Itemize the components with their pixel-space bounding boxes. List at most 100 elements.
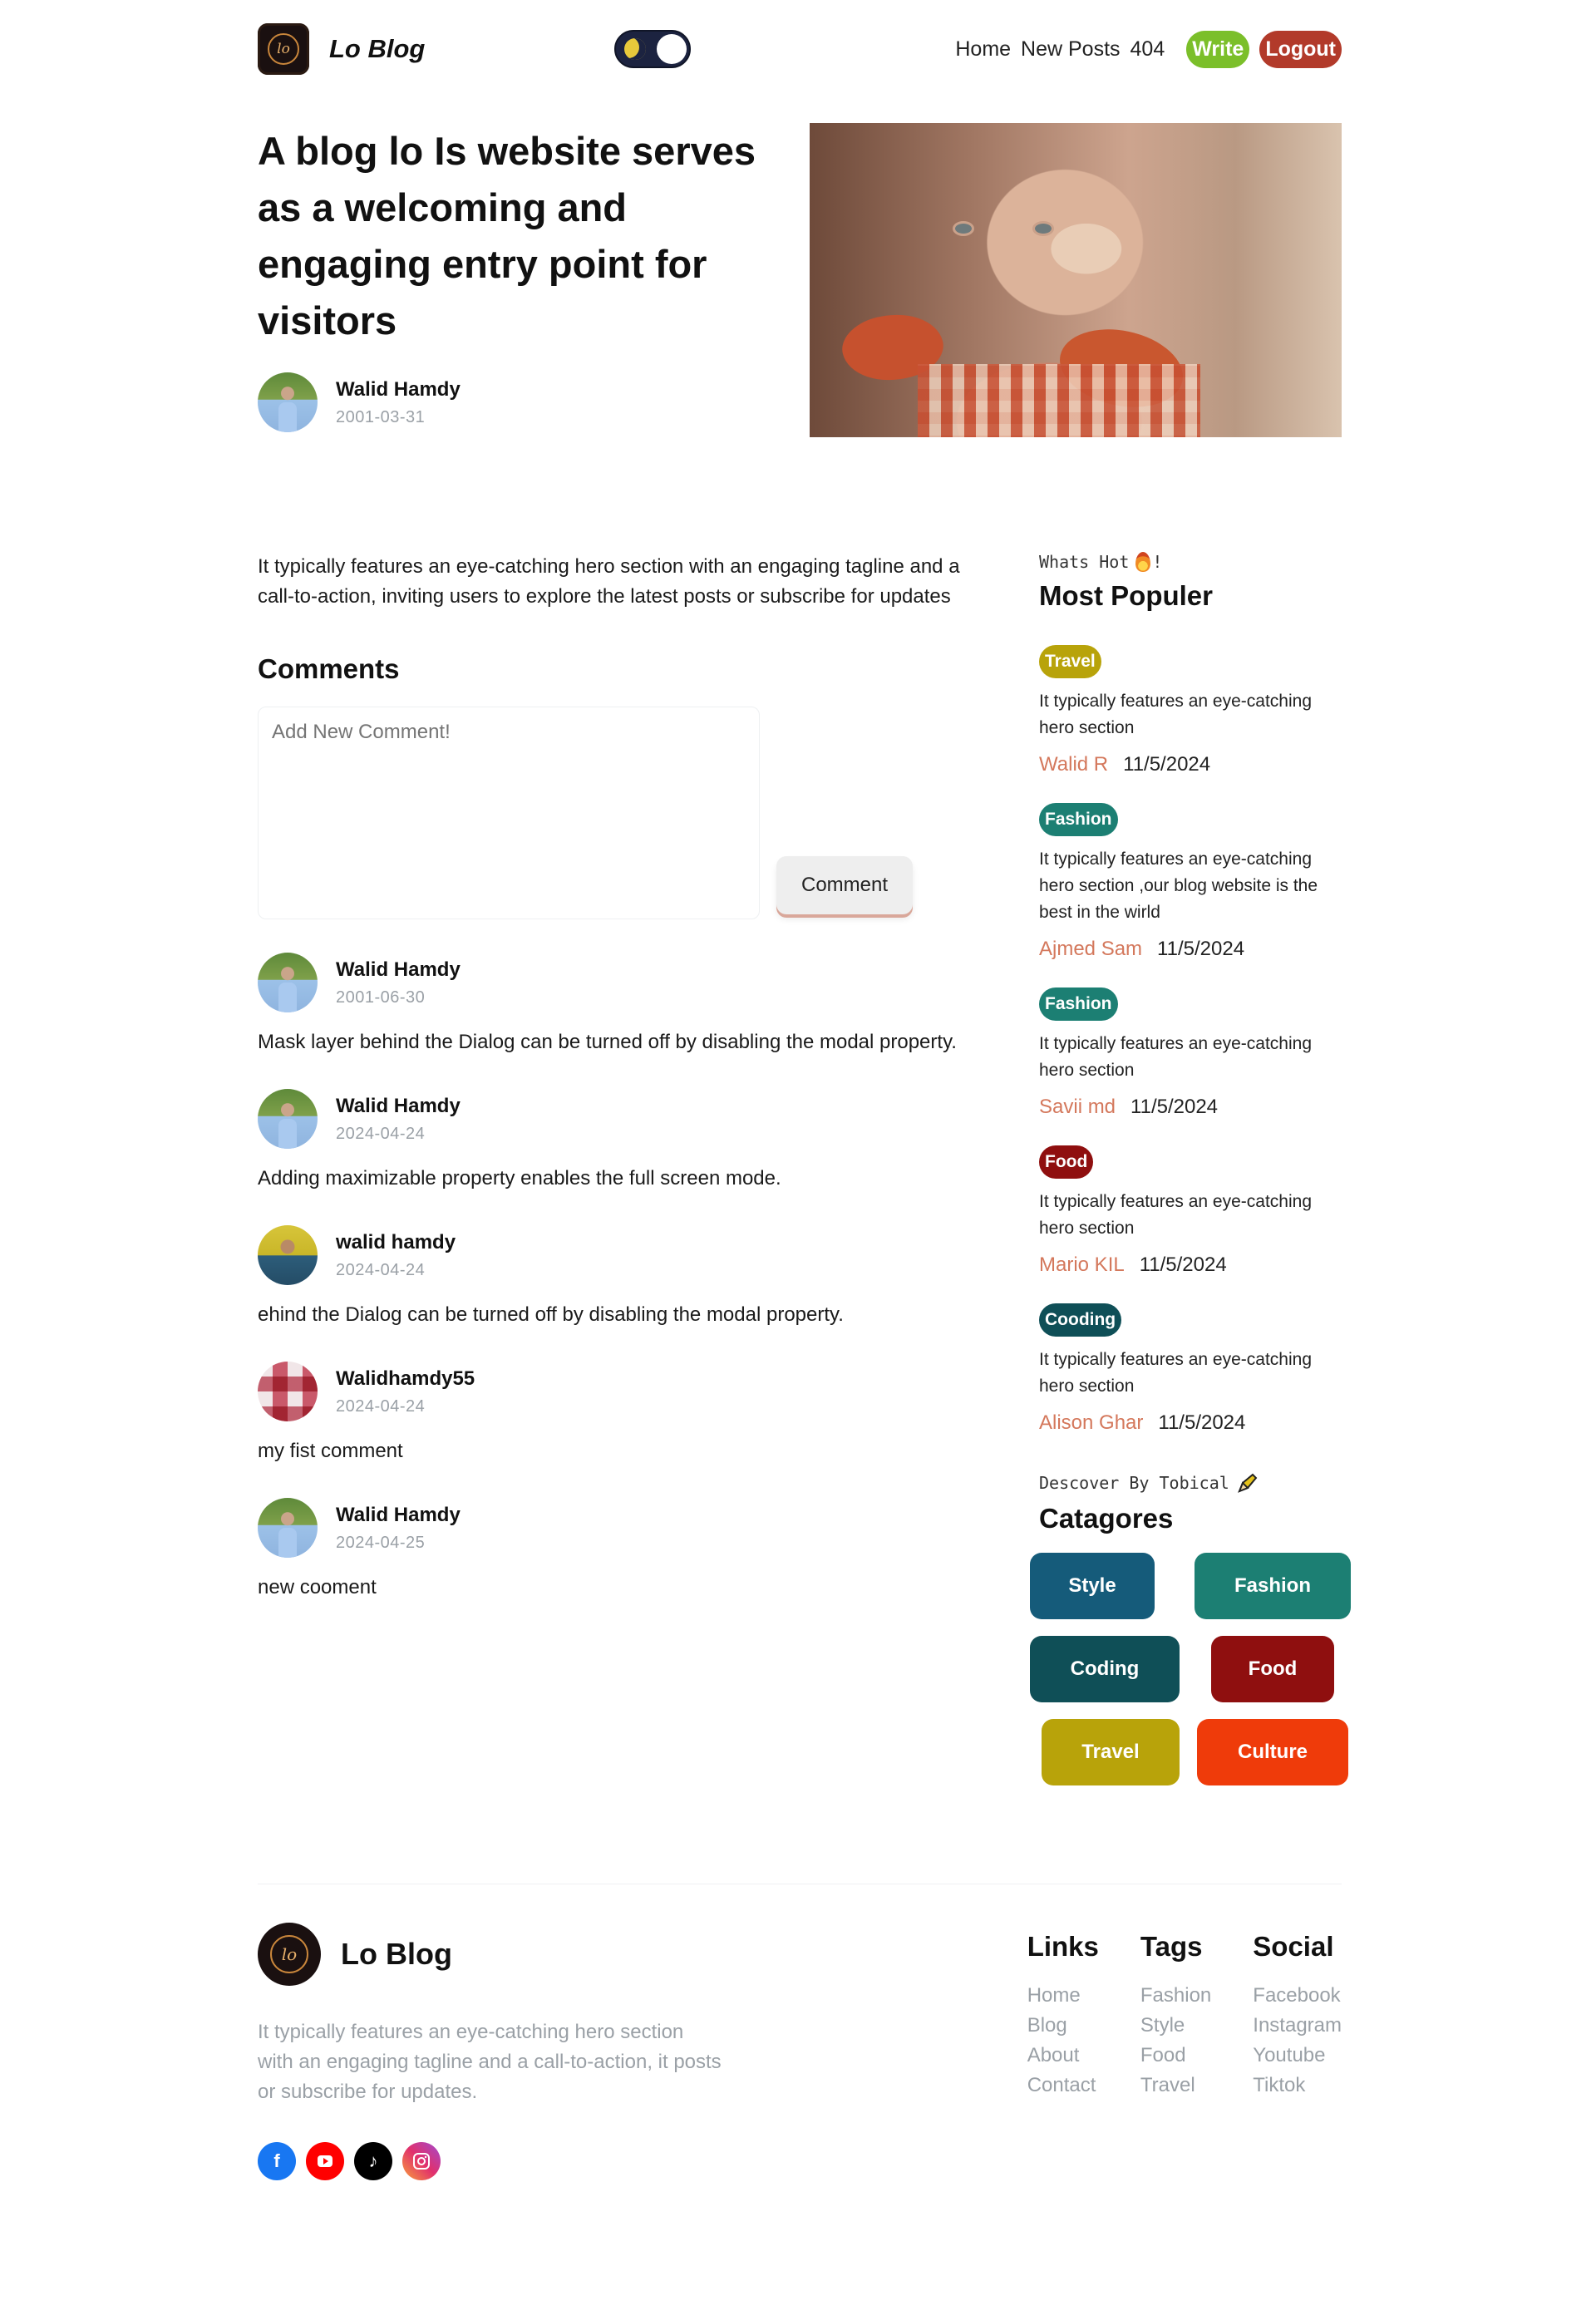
category-tag[interactable]: Cooding — [1039, 1303, 1122, 1337]
youtube-icon[interactable] — [306, 2142, 344, 2180]
top-navbar: lo Lo Blog Home New Posts 404 Write Logo… — [258, 0, 1342, 98]
footer-link[interactable]: Instagram — [1253, 2011, 1342, 2041]
footer-link[interactable]: Travel — [1140, 2071, 1211, 2101]
footer-link[interactable]: Food — [1140, 2041, 1211, 2071]
author-name: Walid Hamdy — [336, 377, 461, 401]
avatar — [258, 1362, 318, 1421]
popular-item-author: Alison Ghar — [1039, 1411, 1144, 1434]
popular-item-text: It typically features an eye-catching he… — [1039, 1034, 1313, 1080]
popular-item[interactable]: Travel It typically features an eye-catc… — [1039, 645, 1342, 776]
category-travel-button[interactable]: Travel — [1042, 1719, 1180, 1785]
popular-item[interactable]: Cooding It typically features an eye-cat… — [1039, 1303, 1342, 1435]
toggle-knob — [657, 34, 687, 64]
comment-date: 2024-04-24 — [336, 1396, 426, 1416]
footer-link[interactable]: Tiktok — [1253, 2071, 1342, 2101]
footer-link[interactable]: Fashion — [1140, 1981, 1211, 2011]
nav-home-link[interactable]: Home — [955, 37, 1011, 62]
comment-author: Walid Hamdy 2024-04-24 — [258, 1089, 973, 1149]
comment-author: Walid Hamdy 2024-04-25 — [258, 1498, 973, 1558]
category-coding-button[interactable]: Coding — [1030, 1636, 1180, 1702]
sidebar: Whats Hot ! Most Populer Travel It typic… — [1030, 552, 1351, 1785]
tiktok-icon[interactable]: ♪ — [354, 2142, 392, 2180]
popular-item-text: It typically features an eye-catching he… — [1039, 850, 1318, 922]
popular-kicker: Whats Hot ! — [1039, 552, 1342, 572]
footer-column-title: Links — [1027, 1931, 1099, 1962]
comment-text: my fist comment — [258, 1440, 403, 1462]
popular-item-meta: Walid R 11/5/2024 — [1039, 753, 1342, 776]
comment-author: Walid Hamdy 2001-06-30 — [258, 953, 973, 1012]
avatar — [258, 1089, 318, 1149]
footer-description: It typically features an eye-catching he… — [258, 2021, 722, 2103]
post-author: Walid Hamdy 2001-03-31 — [258, 372, 790, 432]
category-tag[interactable]: Fashion — [1039, 803, 1118, 836]
footer-link[interactable]: Facebook — [1253, 1981, 1342, 2011]
footer-link[interactable]: Youtube — [1253, 2041, 1342, 2071]
comment-item: Walid Hamdy 2024-04-25 new cooment — [258, 1498, 973, 1603]
comments-title: Comments — [258, 653, 400, 684]
categories-title: Catagores — [1039, 1503, 1174, 1534]
brand-name: Lo Blog — [329, 34, 426, 63]
write-button[interactable]: Write — [1186, 30, 1250, 68]
nav-new-posts-link[interactable]: New Posts — [1021, 37, 1120, 62]
post-content: It typically features an eye-catching he… — [258, 552, 973, 1785]
comment-date: 2024-04-24 — [336, 1260, 426, 1279]
post-hero: A blog lo Is website serves as a welcomi… — [258, 123, 1342, 437]
comment-date: 2024-04-25 — [336, 1533, 426, 1552]
popular-item[interactable]: Fashion It typically features an eye-cat… — [1039, 988, 1342, 1119]
popular-item-meta: Savii md 11/5/2024 — [1039, 1096, 1342, 1119]
comment-input[interactable] — [258, 707, 760, 919]
comment-submit-button[interactable]: Comment — [776, 856, 913, 914]
post-title: A blog lo Is website serves as a welcomi… — [258, 129, 756, 342]
popular-item-date: 11/5/2024 — [1157, 938, 1245, 960]
pencil-icon — [1237, 1473, 1258, 1493]
facebook-icon[interactable]: f — [258, 2142, 296, 2180]
popular-item-date: 11/5/2024 — [1123, 753, 1211, 776]
category-tag[interactable]: Fashion — [1039, 988, 1118, 1021]
popular-title: Most Populer — [1039, 580, 1214, 611]
popular-item[interactable]: Fashion It typically features an eye-cat… — [1039, 803, 1342, 961]
footer-link[interactable]: About — [1027, 2041, 1099, 2071]
comment-form: Comment — [258, 707, 973, 919]
logout-button[interactable]: Logout — [1259, 30, 1342, 68]
category-culture-button[interactable]: Culture — [1197, 1719, 1348, 1785]
popular-item-text: It typically features an eye-catching he… — [1039, 1350, 1313, 1396]
comment-list: Walid Hamdy 2001-06-30 Mask layer behind… — [258, 953, 973, 1603]
category-style-button[interactable]: Style — [1030, 1553, 1155, 1619]
post-cover-image — [810, 123, 1342, 437]
moon-icon — [624, 38, 647, 60]
footer-logo-monogram: lo — [270, 1935, 308, 1973]
popular-item-meta: Ajmed Sam 11/5/2024 — [1039, 938, 1342, 961]
instagram-icon[interactable] — [402, 2142, 441, 2180]
avatar — [258, 372, 318, 432]
category-tag[interactable]: Food — [1039, 1145, 1094, 1179]
popular-kicker-text: Whats Hot — [1039, 552, 1130, 572]
avatar — [258, 1225, 318, 1285]
comment-item: Walidhamdy55 2024-04-24 my fist comment — [258, 1362, 973, 1466]
popular-item-author: Savii md — [1039, 1096, 1116, 1118]
brand[interactable]: lo Lo Blog — [258, 23, 425, 75]
footer-logo-icon: lo — [258, 1923, 321, 1986]
comment-date: 2001-06-30 — [336, 988, 426, 1007]
category-fashion-button[interactable]: Fashion — [1195, 1553, 1351, 1619]
comment-author: Walidhamdy55 2024-04-24 — [258, 1362, 973, 1421]
popular-item-date: 11/5/2024 — [1139, 1253, 1227, 1276]
post-intro: It typically features an eye-catching he… — [258, 555, 960, 608]
popular-item[interactable]: Food It typically features an eye-catchi… — [1039, 1145, 1342, 1277]
popular-item-author: Ajmed Sam — [1039, 938, 1143, 960]
footer-link[interactable]: Style — [1140, 2011, 1211, 2041]
comment-item: Walid Hamdy 2001-06-30 Mask layer behind… — [258, 953, 973, 1057]
popular-item-author: Mario KIL — [1039, 1253, 1125, 1276]
comment-author-name: Walid Hamdy — [336, 958, 461, 981]
category-food-button[interactable]: Food — [1211, 1636, 1334, 1702]
dark-mode-toggle[interactable] — [614, 30, 692, 68]
popular-item-date: 11/5/2024 — [1130, 1096, 1219, 1118]
comment-author-name: walid hamdy — [336, 1230, 456, 1253]
footer-brand[interactable]: lo Lo Blog — [258, 1923, 723, 1986]
popular-list: Travel It typically features an eye-catc… — [1039, 645, 1342, 1435]
footer-link[interactable]: Blog — [1027, 2011, 1099, 2041]
footer-link[interactable]: Home — [1027, 1981, 1099, 2011]
category-tag[interactable]: Travel — [1039, 645, 1101, 678]
popular-item-text: It typically features an eye-catching he… — [1039, 692, 1313, 737]
footer-link[interactable]: Contact — [1027, 2071, 1099, 2101]
nav-404-link[interactable]: 404 — [1130, 37, 1165, 62]
